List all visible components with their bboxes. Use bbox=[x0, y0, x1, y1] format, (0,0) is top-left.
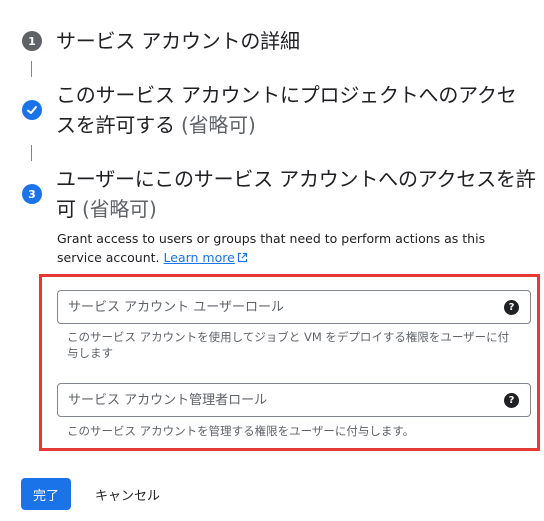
external-link-icon bbox=[237, 252, 247, 263]
step-1-number-badge: 1 bbox=[22, 31, 42, 51]
step-connector bbox=[31, 145, 32, 161]
user-role-hint: このサービス アカウントを使用してジョブと VM をデプロイする権限をユーザーに… bbox=[67, 330, 510, 360]
step-3-title[interactable]: ユーザーにこのサービス アカウントへのアクセスを許可 (省略可) bbox=[56, 164, 536, 224]
user-role-field[interactable]: ? bbox=[57, 290, 531, 324]
step-3-optional-label: (省略可) bbox=[81, 197, 157, 221]
step-2-title[interactable]: このサービス アカウントにプロジェクトへのアクセスを許可する (省略可) bbox=[56, 80, 536, 140]
check-icon bbox=[27, 106, 37, 114]
admin-role-hint: このサービス アカウントを管理する権限をユーザーに付与します。 bbox=[67, 424, 415, 438]
description-text: Grant access to users or groups that nee… bbox=[57, 231, 486, 265]
admin-role-field[interactable]: ? bbox=[57, 383, 531, 417]
cancel-button[interactable]: キャンセル bbox=[87, 478, 168, 510]
help-icon[interactable]: ? bbox=[504, 300, 519, 315]
step-2-check-badge bbox=[22, 100, 42, 120]
help-icon[interactable]: ? bbox=[504, 393, 519, 408]
step-2-title-text: このサービス アカウントにプロジェクトへのアクセスを許可する bbox=[56, 83, 517, 137]
admin-role-input[interactable] bbox=[68, 384, 488, 416]
step-connector bbox=[31, 61, 32, 77]
done-button[interactable]: 完了 bbox=[21, 478, 71, 510]
user-role-input[interactable] bbox=[68, 291, 488, 323]
learn-more-link[interactable]: Learn more bbox=[164, 250, 235, 265]
step-3-number-badge: 3 bbox=[22, 184, 42, 204]
step-1-title[interactable]: サービス アカウントの詳細 bbox=[56, 26, 536, 56]
step-2-optional-label: (省略可) bbox=[180, 113, 256, 137]
step-3-description: Grant access to users or groups that nee… bbox=[57, 229, 527, 267]
